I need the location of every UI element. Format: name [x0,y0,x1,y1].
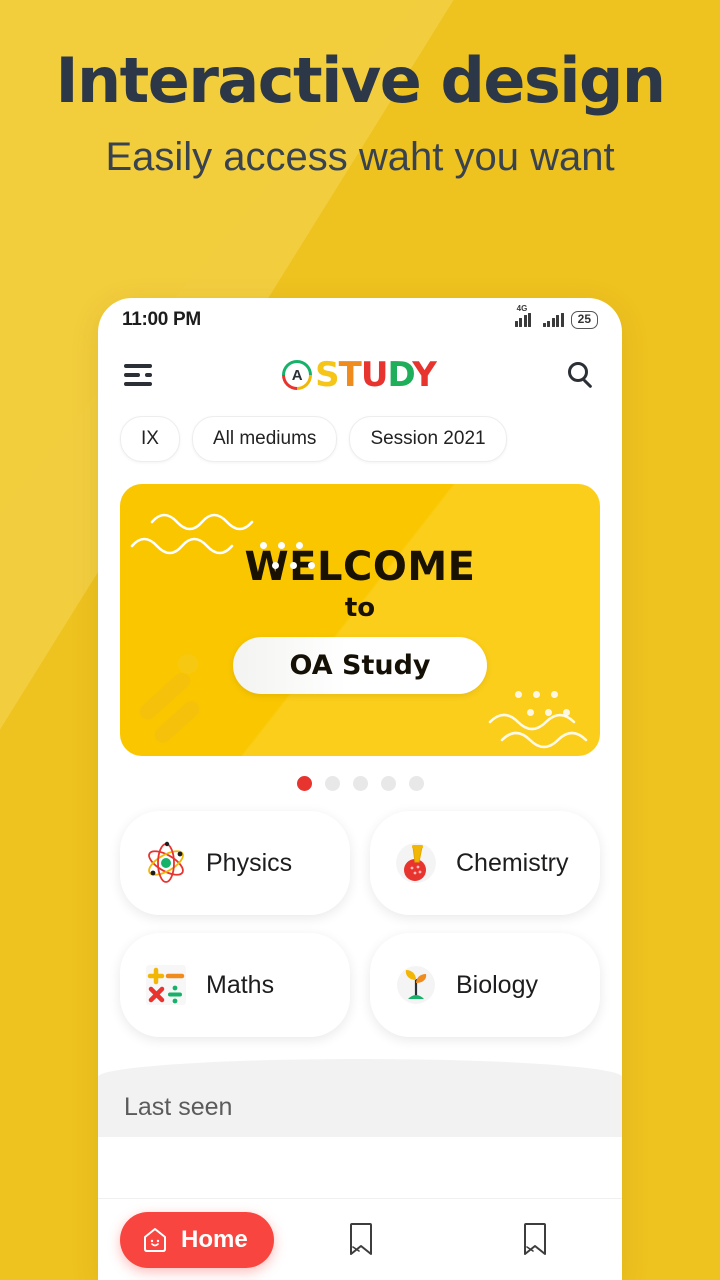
subject-card-maths[interactable]: Maths [120,933,350,1037]
status-bar: 11:00 PM 4G 25 [98,298,622,342]
subject-card-biology[interactable]: Biology [370,933,600,1037]
subject-label-biology: Biology [456,970,538,999]
app-bar: A STUDY [98,342,622,408]
search-icon[interactable] [566,360,596,390]
nav-item-bookmarks[interactable] [274,1221,448,1259]
network-label: 4G [516,303,528,313]
home-icon [144,1227,166,1252]
logo-letter-t: T [338,355,362,395]
filter-chip-medium[interactable]: All mediums [191,416,338,462]
math-symbols-icon [142,961,190,1009]
battery-indicator: 25 [570,311,598,329]
logo-letter-d: D [387,355,413,395]
bookmark-icon [523,1222,546,1255]
filter-chip-class[interactable]: IX [120,416,180,462]
subject-label-maths: Maths [206,970,275,999]
atom-icon [142,839,190,887]
filter-chip-session[interactable]: Session 2021 [349,416,507,462]
status-indicators: 4G 25 [514,304,598,329]
promo-text-block: Interactive design Easily access waht yo… [0,48,720,180]
subject-card-chemistry[interactable]: Chemistry [370,811,600,915]
last-seen-section: Last seen [98,1059,622,1137]
logo-letter-u: U [360,355,389,395]
nav-item-home[interactable]: Home [120,1211,274,1268]
banner-dot-row-2 [272,562,315,569]
banner-subtitle: to [344,592,376,623]
bottom-navigation: Home [98,1198,622,1280]
subject-label-physics: Physics [206,848,293,877]
filter-chip-row: IX All mediums Session 2021 [98,408,622,462]
last-seen-title: Last seen [124,1093,233,1121]
promo-headline: Interactive design [55,44,666,117]
status-time: 11:00 PM [122,309,201,330]
app-logo: A STUDY [152,355,566,395]
subject-label-chemistry: Chemistry [456,848,569,877]
nav-item-saved[interactable] [448,1221,622,1259]
carousel-dot-2[interactable] [324,776,340,791]
promo-subheadline: Easily access waht you want [105,135,615,180]
banner-wave-decor-top [130,513,254,555]
carousel-dot-5[interactable] [408,776,424,791]
logo-letter-s: S [315,355,339,395]
carousel-dot-3[interactable] [352,776,368,791]
banner-dot-row-3 [515,691,558,698]
signal-4g-icon: 4G [514,304,536,327]
banner-app-name-pill: OA Study [233,636,487,694]
app-name: STUDY [315,355,437,395]
bookmark-icon [349,1222,372,1255]
carousel-dot-1[interactable] [296,776,312,791]
carousel-dot-4[interactable] [380,776,396,791]
welcome-banner[interactable]: WELCOME to OA Study [120,484,600,756]
carousel-indicator[interactable] [98,776,622,791]
signal-secondary-icon [542,312,564,327]
banner-dot-row-1 [260,542,303,549]
sprout-icon [392,961,440,1009]
subject-grid: Physics Chemistry Maths Biology [98,791,622,1037]
hamburger-menu-icon[interactable] [124,364,152,386]
phone-mockup: 11:00 PM 4G 25 A STUDY IX All mediums Se… [98,298,622,1280]
banner-wave-decor-bottom [488,713,588,749]
subject-card-physics[interactable]: Physics [120,811,350,915]
nav-label-home: Home [181,1225,248,1253]
flask-icon [392,839,440,887]
banner-dot-decor [178,654,198,674]
logo-letter-y: Y [412,355,437,395]
logo-mark-icon: A [282,360,313,390]
